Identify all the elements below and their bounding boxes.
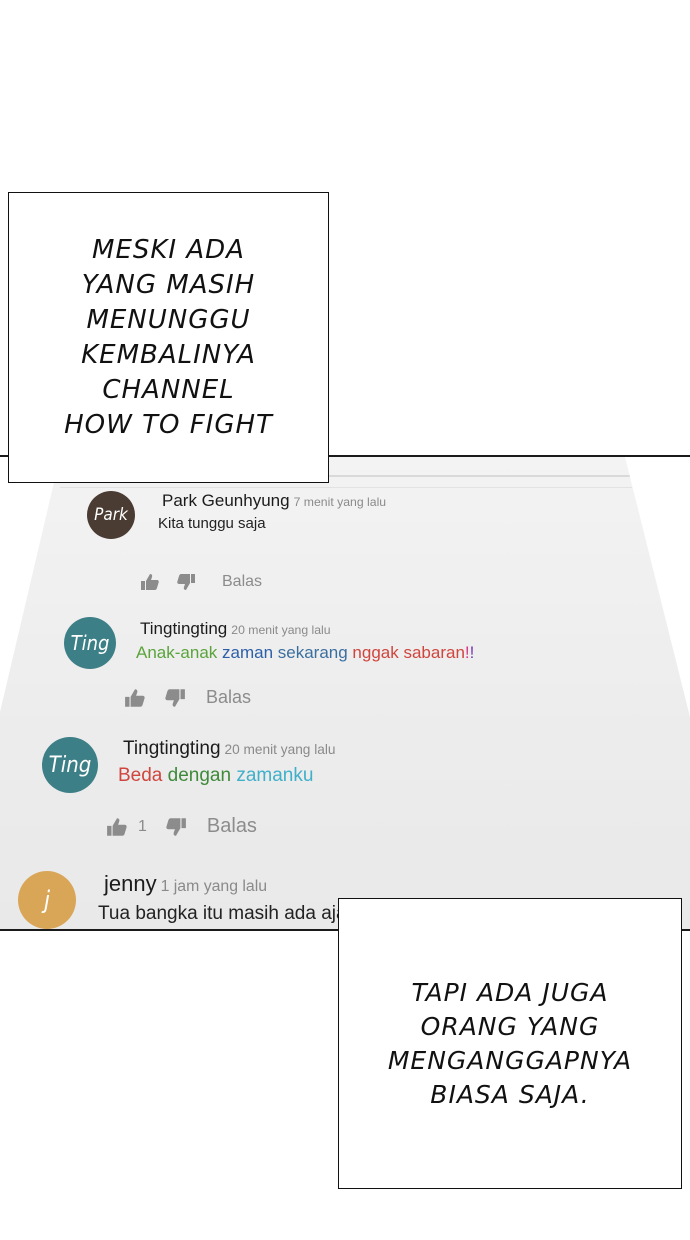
comment-author[interactable]: Park Geunhyung 7 menit yang lalu	[162, 491, 386, 511]
comment-author[interactable]: Tingtingting 20 menit yang lalu	[140, 619, 331, 639]
comment-actions: Balas	[124, 687, 251, 708]
comment-text-segment: sekarang	[277, 643, 353, 662]
comment-text: Anak-anak zaman sekarang nggak sabaran!!	[136, 643, 474, 663]
comment-actions: 1 Balas	[106, 815, 257, 838]
comment-time: 7 menit yang lalu	[293, 495, 387, 509]
thumbs-down-icon[interactable]	[165, 817, 187, 837]
comment-text-segment: Tua bangka itu masih ada aja	[98, 903, 347, 924]
thumbs-up-icon[interactable]	[106, 817, 128, 837]
comment-text: Kita tunggu saja	[158, 515, 266, 532]
narration-text: MESKI ADA YANG MASIH MENUNGGU KEMBALINYA…	[64, 234, 273, 440]
avatar[interactable]: j	[18, 871, 76, 929]
narration-text: TAPI ADA JUGA ORANG YANG MENGANGGAPNYA B…	[387, 977, 633, 1109]
comment-actions: Balas	[140, 573, 262, 591]
avatar[interactable]: Park	[87, 491, 135, 539]
comment-panel: Park Park Geunhyung 7 menit yang lalu Kit…	[0, 455, 690, 931]
comment-author[interactable]: Tingtingting 20 menit yang lalu	[123, 738, 336, 760]
divider	[60, 487, 632, 488]
comment-author[interactable]: jenny 1 jam yang lalu	[104, 871, 267, 897]
narration-box-bottom: TAPI ADA JUGA ORANG YANG MENGANGGAPNYA B…	[338, 898, 682, 1189]
avatar[interactable]: Ting	[42, 737, 98, 793]
reply-button[interactable]: Balas	[206, 687, 251, 708]
thumbs-down-icon[interactable]	[176, 573, 196, 591]
thumbs-up-icon[interactable]	[124, 688, 146, 708]
reply-button[interactable]: Balas	[222, 573, 262, 591]
reply-button[interactable]: Balas	[207, 815, 257, 838]
comment-text-segment: Kita tunggu saja	[158, 515, 266, 532]
comment-text-segment: Anak-anak	[136, 643, 222, 662]
thumbs-down-icon[interactable]	[164, 688, 186, 708]
comment-text: Tua bangka itu masih ada aja	[98, 903, 347, 925]
comment-time: 20 menit yang lalu	[231, 623, 331, 637]
comment-text-segment: zamanku	[236, 765, 314, 786]
comment-text: Beda dengan zamanku	[118, 765, 313, 787]
narration-box-top: MESKI ADA YANG MASIH MENUNGGU KEMBALINYA…	[8, 192, 329, 483]
comment-time: 20 menit yang lalu	[224, 742, 336, 757]
comment-text-segment: Beda	[118, 765, 168, 786]
comment-text-segment: nggak	[352, 643, 404, 662]
like-count: 1	[138, 817, 147, 835]
comment-text-segment: dengan	[167, 765, 237, 786]
comment-text-segment: !	[469, 643, 475, 662]
avatar[interactable]: Ting	[64, 617, 116, 669]
thumbs-up-icon[interactable]	[140, 573, 160, 591]
comment-text-segment: sabaran	[403, 643, 465, 662]
comment-time: 1 jam yang lalu	[160, 878, 268, 895]
comment-text-segment: zaman	[222, 643, 278, 662]
